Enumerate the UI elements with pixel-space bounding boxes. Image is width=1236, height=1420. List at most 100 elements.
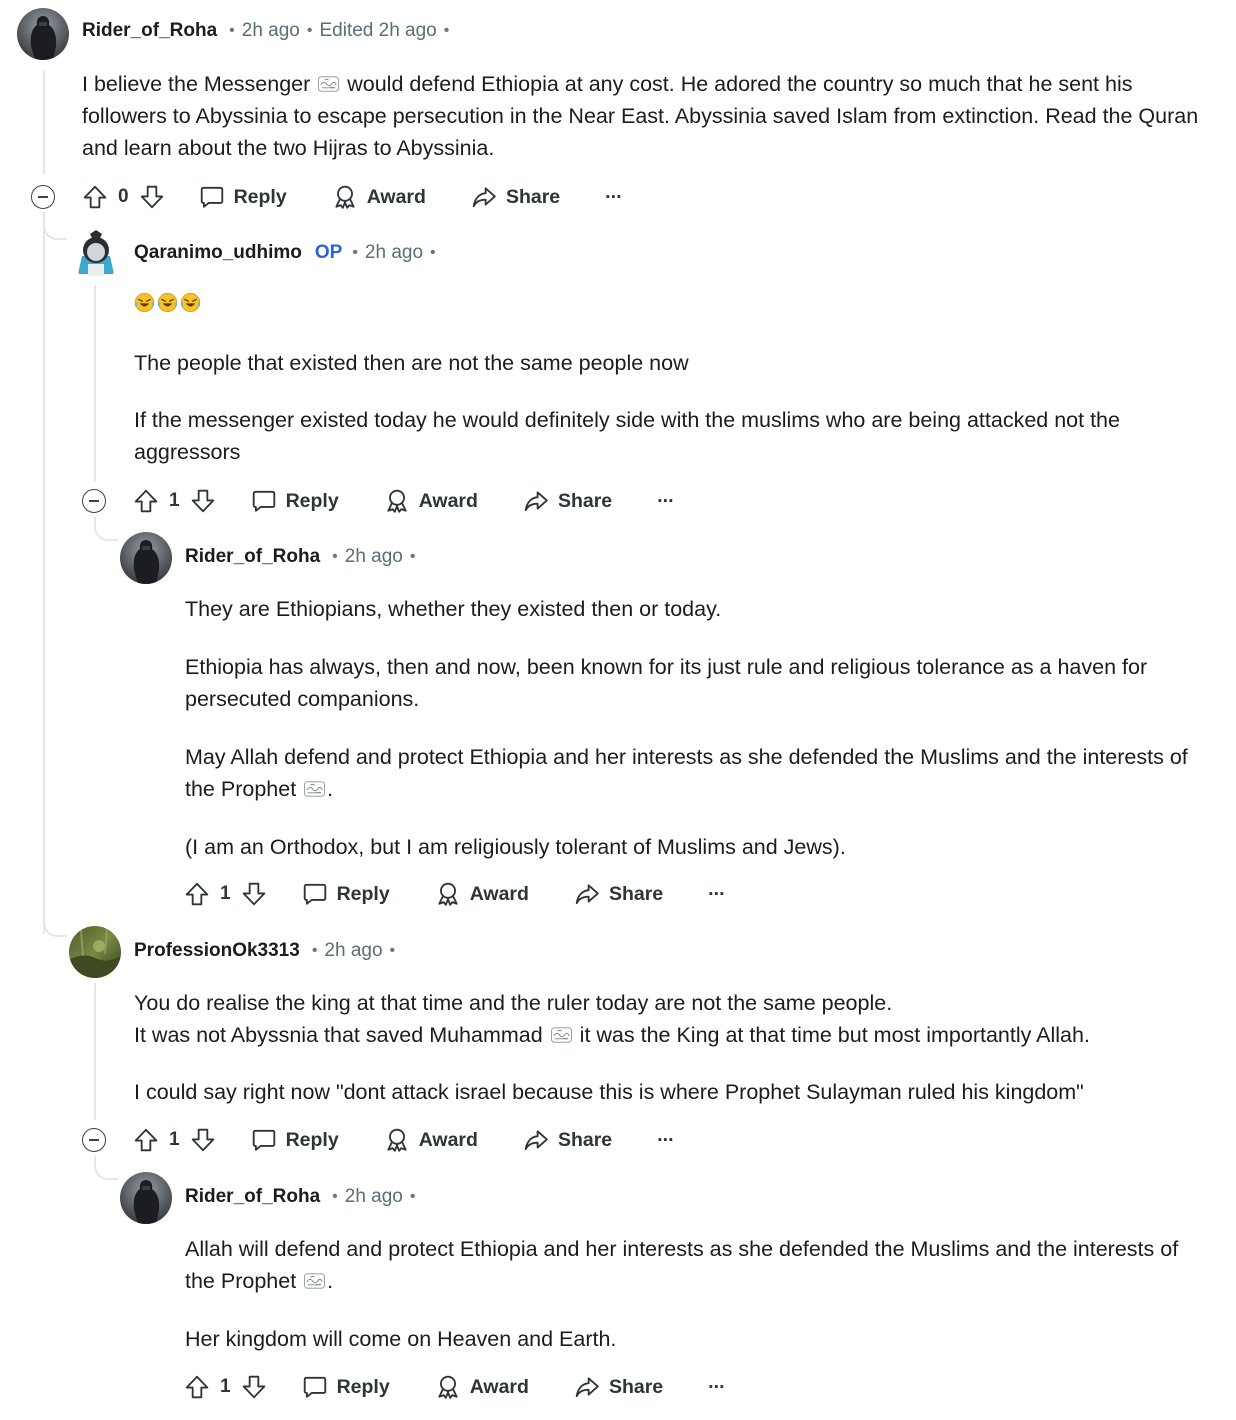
award-label: Award [469,1375,529,1398]
comment-paragraph: You do realise the king at that time and… [134,991,893,1015]
timestamp[interactable]: 2h ago [242,20,300,42]
upvote-icon[interactable] [133,1127,159,1153]
username[interactable]: ProfessionOk3313 [134,940,300,962]
upvote-icon[interactable] [82,184,108,210]
collapse-button[interactable] [82,1128,106,1152]
username[interactable]: Rider_of_Roha [82,20,217,42]
comment-paragraph: I could say right now "dont attack israe… [134,1080,1084,1104]
avatar[interactable] [120,1172,172,1224]
downvote-icon[interactable] [139,184,165,210]
thread-connector [43,917,67,937]
separator-dot: • [389,942,396,959]
share-button[interactable]: Share [471,184,560,210]
ellipsis-icon: ··· [708,882,726,905]
separator-dot: • [311,942,318,959]
comment-paragraph: The people that existed then are not the… [134,351,689,375]
share-icon [574,881,600,907]
vote-group: 0 [82,184,165,210]
separator-dot: • [332,1188,338,1205]
reply-label: Reply [233,185,287,208]
share-button[interactable]: Share [574,1374,663,1400]
award-icon [384,1127,410,1153]
timestamp[interactable]: 2h ago [345,1186,403,1208]
emoji-row [134,292,203,316]
more-options-button[interactable]: ··· [657,1129,675,1152]
vote-group: 1 [184,881,267,907]
avatar[interactable] [69,926,121,978]
reply-button[interactable]: Reply [302,1374,390,1400]
thread-connector [43,220,67,240]
vote-count: 1 [220,883,231,904]
share-button[interactable]: Share [574,881,663,907]
more-options-button[interactable]: ··· [708,882,726,906]
collapse-button[interactable] [31,185,55,209]
share-button[interactable]: Share [523,1127,612,1153]
thread-line [94,983,96,1120]
award-button[interactable]: Award [332,184,426,210]
comment-body: I believe the Messenger would defend Eth… [82,68,1222,164]
more-options-button[interactable]: ··· [605,185,623,209]
thread-line [94,285,96,481]
downvote-icon[interactable] [241,881,267,907]
more-options-button[interactable]: ··· [708,1375,726,1399]
share-label: Share [608,1375,664,1398]
share-button[interactable]: Share [523,488,612,514]
award-button[interactable]: Award [435,1374,529,1400]
award-button[interactable]: Award [384,1127,478,1153]
comment-actions: 1 Reply Award Share ··· [184,876,726,912]
avatar[interactable] [120,532,172,584]
award-icon [435,1374,461,1400]
comment-paragraph: They are Ethiopians, whether they existe… [185,597,722,621]
downvote-icon[interactable] [190,1127,216,1153]
share-icon [523,488,549,514]
award-label: Award [366,185,426,208]
ellipsis-icon: ··· [708,1375,726,1398]
downvote-icon[interactable] [241,1374,267,1400]
award-button[interactable]: Award [384,488,478,514]
vote-count: 1 [169,1129,180,1150]
comment-body: They are Ethiopians, whether they existe… [185,593,1205,863]
upvote-icon[interactable] [184,881,210,907]
share-label: Share [557,1128,613,1151]
reply-button[interactable]: Reply [302,881,390,907]
avatar[interactable] [17,8,69,60]
timestamp[interactable]: 2h ago [365,242,423,264]
laughing-emoji-icon [157,292,178,313]
reply-button[interactable]: Reply [251,488,339,514]
comment-meta: Qaranimo_udhimo OP • 2h ago • [134,242,436,264]
collapse-button[interactable] [82,489,106,513]
ellipsis-icon: ··· [605,185,623,208]
vote-group: 1 [184,1374,267,1400]
avatar[interactable] [70,228,122,280]
award-button[interactable]: Award [435,881,529,907]
upvote-icon[interactable] [184,1374,210,1400]
comment-body: You do realise the king at that time and… [134,987,1224,1108]
share-label: Share [557,489,613,512]
username[interactable]: Rider_of_Roha [185,546,320,568]
comment-text: . [327,777,334,801]
comment-text: Allah will defend and protect Ethiopia a… [185,1237,1179,1293]
reply-icon [199,184,225,210]
separator-dot: • [229,22,235,39]
separator-dot: • [409,1188,416,1205]
honorific-icon [551,1027,572,1043]
vote-group: 1 [133,488,216,514]
reply-icon [251,488,277,514]
reply-button[interactable]: Reply [199,184,287,210]
reply-button[interactable]: Reply [251,1127,339,1153]
vote-count: 1 [169,490,180,511]
upvote-icon[interactable] [133,488,159,514]
comment-text: May Allah defend and protect Ethiopia an… [185,745,1188,801]
separator-dot: • [306,22,313,39]
op-badge: OP [314,242,343,263]
downvote-icon[interactable] [190,488,216,514]
timestamp[interactable]: 2h ago [345,546,403,568]
username[interactable]: Qaranimo_udhimo [134,242,302,264]
more-options-button[interactable]: ··· [657,490,675,513]
username[interactable]: Rider_of_Roha [185,1186,320,1208]
thread-line [43,212,45,934]
timestamp[interactable]: 2h ago [324,940,382,962]
comment-paragraph: Ethiopia has always, then and now, been … [185,655,1148,711]
comment-text: It was not Abyssnia that saved Muhammad [134,1023,543,1047]
comment-paragraph: May Allah defend and protect Ethiopia an… [185,741,1205,805]
